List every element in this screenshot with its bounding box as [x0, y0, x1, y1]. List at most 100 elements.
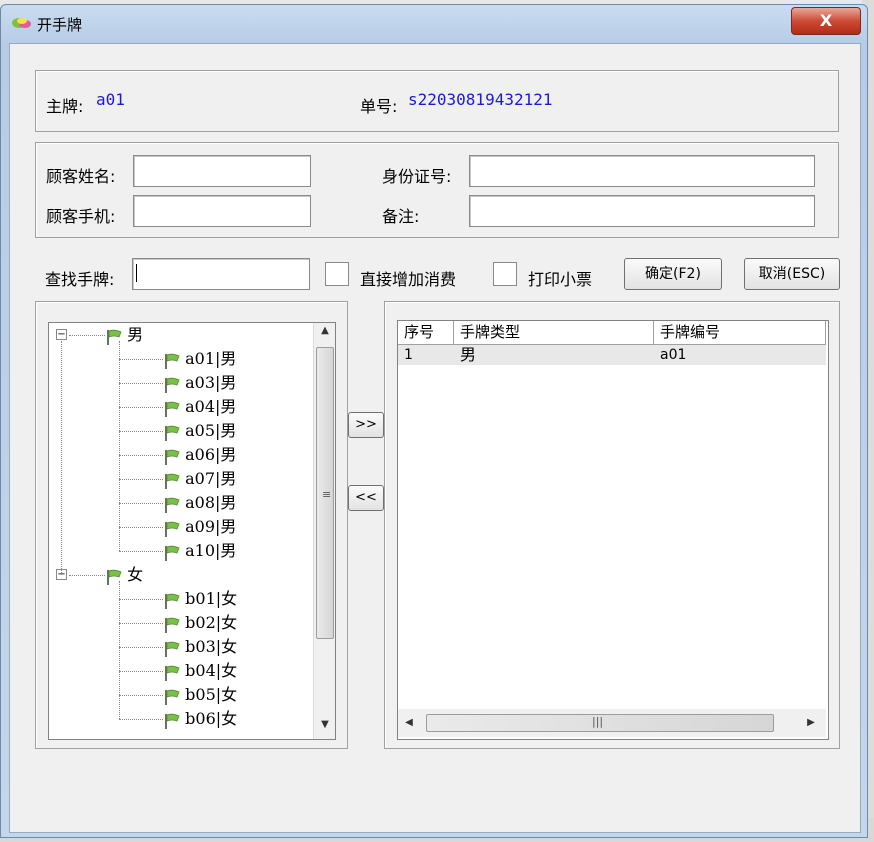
tree-item-node[interactable]: b04|女: [163, 659, 237, 683]
tree-item-node[interactable]: a07|男: [163, 467, 236, 491]
card-tree-group: − 男 a01|男 a03|男 a04|男 a05|男 a06|男 a07|男 …: [35, 301, 348, 749]
app-logo-icon: [12, 18, 31, 28]
print-receipt-checkbox[interactable]: [493, 262, 517, 286]
tree-vertical-scrollbar[interactable]: ▲ ≡ ▼: [313, 323, 335, 739]
tree-item-node[interactable]: a05|男: [163, 419, 236, 443]
tree-item-label: a06|男: [185, 445, 237, 464]
tree-item-label: b05|女: [185, 685, 238, 704]
list-horizontal-scrollbar[interactable]: ◀ ||| ▶: [398, 709, 826, 737]
tree-item-node[interactable]: a08|男: [163, 491, 236, 515]
tree-item-node[interactable]: a06|男: [163, 443, 236, 467]
flag-icon: [163, 425, 181, 441]
column-header[interactable]: 手牌编号: [654, 321, 826, 345]
tree-connector: [119, 527, 163, 528]
tree-item-node[interactable]: a10|男: [163, 539, 236, 563]
tree-connector: [119, 551, 163, 552]
column-header[interactable]: 序号: [398, 321, 454, 345]
scroll-left-icon[interactable]: ◀: [402, 717, 416, 728]
scroll-up-icon[interactable]: ▲: [314, 325, 335, 336]
tree-connector: [119, 623, 163, 624]
flag-icon: [163, 641, 181, 657]
add-consume-checkbox[interactable]: [325, 262, 349, 286]
tree-item-node[interactable]: b05|女: [163, 683, 237, 707]
cancel-button[interactable]: 取消(ESC): [744, 258, 840, 290]
flag-icon: [163, 401, 181, 417]
flag-icon: [163, 353, 181, 369]
scroll-thumb[interactable]: ≡: [316, 347, 334, 639]
flag-icon: [105, 569, 123, 585]
column-header[interactable]: 手牌类型: [454, 321, 654, 345]
tree-group-label: 男: [127, 325, 144, 344]
dialog-body: 主牌: a01 单号: s22030819432121 顾客姓名: 身份证号: …: [9, 43, 861, 833]
tree-item-label: b01|女: [185, 589, 238, 608]
tree-connector: [119, 671, 163, 672]
tree-connector: [119, 455, 163, 456]
tree-connector: [119, 383, 163, 384]
tree-item-node[interactable]: b06|女: [163, 707, 237, 731]
move-right-button[interactable]: >>: [348, 412, 384, 438]
flag-icon: [163, 713, 181, 729]
tree-item-label: b06|女: [185, 709, 238, 728]
list-cell: a01: [660, 347, 687, 363]
window-title: 开手牌: [37, 16, 83, 34]
search-card-input[interactable]: [132, 258, 310, 290]
id-number-label: 身份证号:: [382, 167, 452, 186]
tree-expander-icon[interactable]: −: [56, 329, 67, 340]
tree-item-label: b02|女: [185, 613, 238, 632]
tree-connector: [69, 335, 105, 336]
list-header: 序号 手牌类型 手牌编号: [398, 321, 826, 345]
tree-connector: [69, 575, 105, 576]
flag-icon: [163, 497, 181, 513]
tree-item-node[interactable]: a04|男: [163, 395, 236, 419]
tree-item-label: a05|男: [185, 421, 237, 440]
h-grip-icon: |||: [592, 715, 604, 728]
tree-item-label: a09|男: [185, 517, 237, 536]
tree-connector: [119, 695, 163, 696]
tree-connector: [119, 431, 163, 432]
tree-item-label: a04|男: [185, 397, 237, 416]
tree-group-node[interactable]: 男: [105, 323, 143, 347]
tree-item-node[interactable]: b03|女: [163, 635, 237, 659]
order-number-value: s22030819432121: [408, 90, 553, 109]
tree-connector: [119, 581, 120, 719]
tree-connector: [119, 503, 163, 504]
confirm-button[interactable]: 确定(F2): [624, 258, 722, 290]
tree-item-node[interactable]: a01|男: [163, 347, 236, 371]
tree-item-node[interactable]: b02|女: [163, 611, 237, 635]
grip-icon: ≡: [322, 488, 332, 501]
scroll-right-icon[interactable]: ▶: [804, 717, 818, 728]
tree-item-label: b04|女: [185, 661, 238, 680]
flag-icon: [163, 545, 181, 561]
text-cursor: [136, 264, 137, 282]
print-receipt-label[interactable]: 打印小票: [528, 266, 592, 290]
card-tree[interactable]: − 男 a01|男 a03|男 a04|男 a05|男 a06|男 a07|男 …: [48, 322, 336, 740]
customer-phone-input[interactable]: [133, 195, 311, 227]
tree-item-node[interactable]: b01|女: [163, 587, 237, 611]
scroll-down-icon[interactable]: ▼: [314, 719, 335, 730]
close-icon: X: [819, 11, 833, 30]
list-cell: 男: [460, 345, 477, 364]
tree-connector: [119, 479, 163, 480]
flag-icon: [163, 521, 181, 537]
flag-icon: [163, 617, 181, 633]
tree-item-node[interactable]: a09|男: [163, 515, 236, 539]
remark-input[interactable]: [469, 195, 815, 227]
order-label: 单号:: [360, 97, 398, 116]
tree-group-node[interactable]: 女: [105, 563, 143, 587]
close-button[interactable]: X: [791, 7, 861, 35]
title-bar[interactable]: 开手牌 X: [1, 5, 867, 43]
list-row[interactable]: 1 男 a01: [398, 345, 826, 365]
move-left-button[interactable]: <<: [348, 485, 384, 511]
tree-item-label: b03|女: [185, 637, 238, 656]
tree-item-label: a07|男: [185, 469, 237, 488]
main-card-value: a01: [96, 90, 125, 109]
tree-item-node[interactable]: a03|男: [163, 371, 236, 395]
customer-name-label: 顾客姓名:: [46, 167, 116, 186]
customer-name-input[interactable]: [133, 155, 311, 187]
selected-cards-list[interactable]: 序号 手牌类型 手牌编号 1 男 a01 ◀ ||| ▶: [397, 320, 829, 740]
add-consume-label[interactable]: 直接增加消费: [360, 266, 456, 290]
main-card-label: 主牌:: [46, 97, 84, 116]
tree-connector: [61, 341, 62, 575]
id-number-input[interactable]: [469, 155, 815, 187]
h-scroll-thumb[interactable]: |||: [426, 714, 774, 732]
